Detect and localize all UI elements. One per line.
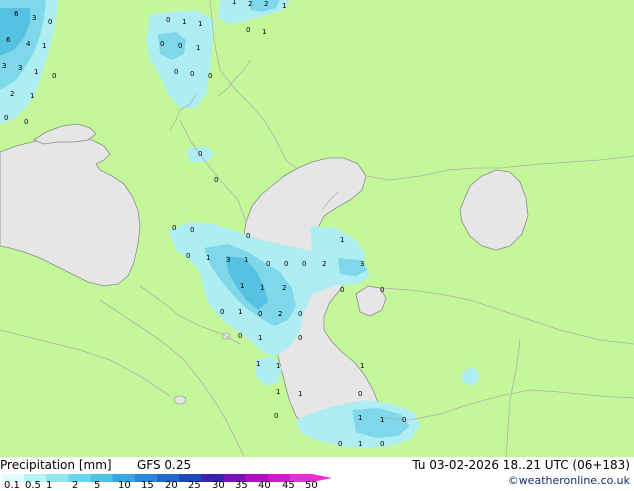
weather-map-view: 630 641 3310 21 00 011 001 000 1221 01 0…	[0, 0, 634, 491]
svg-text:0: 0	[266, 260, 270, 268]
svg-text:1: 1	[238, 308, 242, 316]
svg-text:0: 0	[298, 310, 302, 318]
svg-text:0: 0	[24, 118, 28, 126]
scale-tick-label: 50	[305, 480, 318, 491]
scale-tick-label: 1	[46, 480, 53, 491]
svg-text:0: 0	[190, 70, 194, 78]
svg-text:0: 0	[258, 310, 262, 318]
svg-text:6: 6	[6, 36, 11, 44]
scale-tick-label: 10	[118, 480, 131, 491]
svg-text:1: 1	[340, 236, 344, 244]
svg-text:0: 0	[174, 68, 178, 76]
copyright-link[interactable]: ©weatheronline.co.uk	[508, 474, 630, 487]
lake-van	[173, 395, 187, 405]
svg-text:0: 0	[166, 16, 170, 24]
svg-text:1: 1	[34, 68, 38, 76]
scale-tick-label: 40	[258, 480, 271, 491]
scale-tick-label: 2	[72, 480, 79, 491]
model-name: GFS 0.25	[137, 458, 192, 472]
svg-text:1: 1	[262, 28, 266, 36]
svg-text:1: 1	[30, 92, 34, 100]
svg-text:0: 0	[274, 412, 278, 420]
svg-text:1: 1	[282, 2, 286, 10]
svg-text:2: 2	[248, 0, 252, 8]
scale-tick-label: 25	[188, 480, 201, 491]
svg-text:4: 4	[26, 40, 31, 48]
svg-text:3: 3	[226, 256, 230, 264]
svg-text:0: 0	[190, 226, 194, 234]
svg-text:2: 2	[264, 0, 268, 8]
map-footer: Precipitation [mm] GFS 0.25 Tu 03-02-202…	[0, 457, 634, 491]
svg-text:1: 1	[260, 284, 264, 292]
svg-text:1: 1	[258, 334, 262, 342]
svg-text:0: 0	[380, 286, 384, 294]
svg-text:1: 1	[206, 254, 210, 262]
svg-text:1: 1	[198, 20, 202, 28]
svg-text:0: 0	[298, 334, 302, 342]
svg-text:2: 2	[278, 310, 282, 318]
svg-text:1: 1	[244, 256, 248, 264]
svg-text:2: 2	[282, 284, 286, 292]
svg-text:3: 3	[32, 14, 36, 22]
svg-text:0: 0	[302, 260, 306, 268]
svg-text:0: 0	[380, 440, 384, 448]
svg-text:2: 2	[322, 260, 326, 268]
svg-text:1: 1	[42, 42, 46, 50]
svg-text:2: 2	[10, 90, 14, 98]
svg-text:1: 1	[358, 440, 362, 448]
svg-text:1: 1	[256, 360, 260, 368]
scale-tick-label: 0.5	[25, 480, 41, 491]
svg-text:1: 1	[298, 390, 302, 398]
svg-text:0: 0	[178, 42, 182, 50]
svg-text:0: 0	[186, 252, 190, 260]
svg-text:1: 1	[358, 414, 362, 422]
svg-text:1: 1	[182, 18, 186, 26]
map-title: Precipitation [mm]	[0, 458, 112, 472]
svg-text:1: 1	[360, 362, 364, 370]
scale-tick-label: 35	[235, 480, 248, 491]
svg-text:0: 0	[198, 150, 202, 158]
scale-tick-label: 15	[141, 480, 154, 491]
svg-text:1: 1	[232, 0, 236, 6]
svg-text:0: 0	[358, 390, 362, 398]
scale-tick-label: 0.1	[4, 480, 20, 491]
precipitation-map: 6 3 0 6 4 1 3 3 1 0 2 1 0 0 0 1 1 0 0 1 0 0 0 1 2 2 1 0 1 0…	[0, 0, 634, 457]
svg-text:0: 0	[52, 72, 56, 80]
svg-text:3: 3	[360, 260, 364, 268]
svg-text:1: 1	[276, 362, 280, 370]
svg-text:0: 0	[220, 308, 224, 316]
svg-text:6: 6	[14, 10, 19, 18]
svg-text:0: 0	[214, 176, 218, 184]
svg-text:0: 0	[238, 332, 242, 340]
svg-text:0: 0	[160, 40, 164, 48]
svg-text:0: 0	[4, 114, 8, 122]
svg-text:0: 0	[208, 72, 212, 80]
svg-text:1: 1	[240, 282, 244, 290]
svg-text:0: 0	[246, 232, 250, 240]
svg-text:0: 0	[172, 224, 176, 232]
svg-text:1: 1	[380, 416, 384, 424]
svg-text:3: 3	[2, 62, 6, 70]
scale-tick-label: 5	[94, 480, 101, 491]
scale-tick-label: 20	[165, 480, 178, 491]
svg-text:0: 0	[402, 416, 406, 424]
svg-text:1: 1	[196, 44, 200, 52]
svg-text:0: 0	[340, 286, 344, 294]
scale-tick-label: 45	[282, 480, 295, 491]
svg-text:0: 0	[48, 18, 52, 26]
scale-tick-label: 30	[212, 480, 225, 491]
svg-text:0: 0	[246, 26, 250, 34]
scale-tick-labels: 0.1 0.5 1 2 5 10 15 20 25 30 35 40 45 50	[0, 480, 340, 491]
svg-text:0: 0	[284, 260, 288, 268]
svg-text:3: 3	[18, 64, 22, 72]
svg-text:0: 0	[338, 440, 342, 448]
forecast-date: Tu 03-02-2026 18..21 UTC (06+183)	[412, 458, 630, 472]
svg-text:1: 1	[276, 388, 280, 396]
